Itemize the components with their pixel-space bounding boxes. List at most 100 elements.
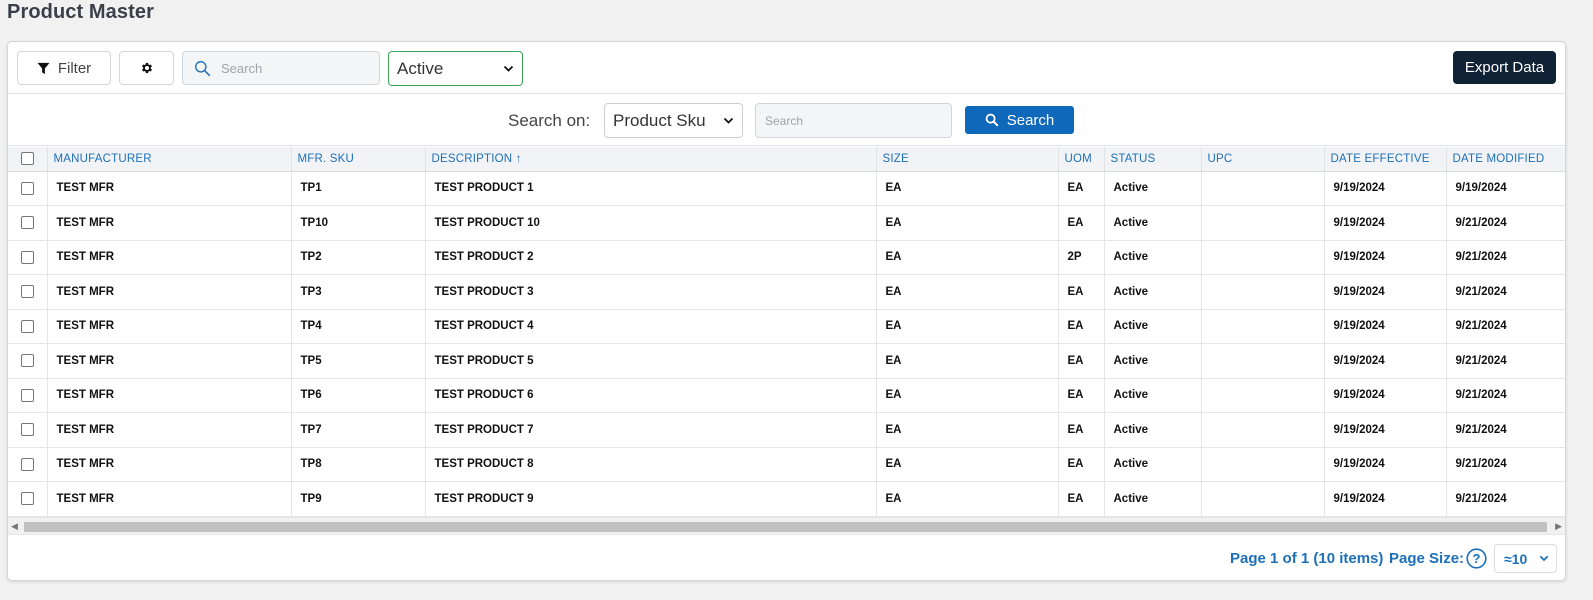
table-row[interactable]: TEST MFR TP4 TEST PRODUCT 4 EA EA Active… — [8, 309, 1565, 344]
page-size-value: ≈10 — [1504, 550, 1528, 567]
export-data-button[interactable]: Export Data — [1453, 51, 1556, 84]
column-header-status[interactable]: STATUS — [1104, 147, 1202, 172]
row-checkbox[interactable] — [20, 423, 34, 437]
cell-status: Active — [1104, 171, 1202, 206]
cell-manufacturer: TEST MFR — [47, 205, 292, 241]
cell-date-modified: 9/21/2024 — [1446, 412, 1565, 448]
page-size-select[interactable]: ≈10 — [1494, 544, 1557, 573]
cell-upc — [1201, 171, 1325, 206]
cell-mfr-sku: TP3 — [291, 274, 426, 310]
row-select-cell — [8, 171, 48, 206]
toolbar-search-box — [182, 51, 380, 85]
chevron-down-icon — [503, 65, 514, 73]
row-select-cell — [8, 343, 48, 379]
row-select-cell — [8, 274, 48, 310]
scroll-right-icon[interactable]: ▶ — [1555, 521, 1562, 532]
search-button[interactable]: Search — [965, 106, 1074, 134]
cell-size: EA — [876, 447, 1059, 482]
horizontal-scrollbar[interactable]: ◀ ▶ — [8, 517, 1565, 534]
table-row[interactable]: TEST MFR TP7 TEST PRODUCT 7 EA EA Active… — [8, 412, 1565, 448]
column-header-date-effective[interactable]: DATE EFFECTIVE — [1324, 147, 1447, 172]
cell-date-effective: 9/19/2024 — [1324, 412, 1447, 448]
row-checkbox[interactable] — [20, 388, 34, 402]
cell-uom: EA — [1058, 205, 1105, 241]
cell-mfr-sku: TP8 — [291, 447, 426, 482]
row-checkbox[interactable] — [20, 216, 34, 230]
svg-text:?: ? — [1473, 551, 1481, 566]
cell-date-modified: 9/21/2024 — [1446, 343, 1565, 379]
cell-mfr-sku: TP7 — [291, 412, 426, 448]
scroll-left-icon[interactable]: ◀ — [11, 521, 18, 532]
cell-description: TEST PRODUCT 4 — [425, 309, 877, 344]
table-row[interactable]: TEST MFR TP3 TEST PRODUCT 3 EA EA Active… — [8, 274, 1565, 310]
cell-size: EA — [876, 412, 1059, 448]
select-all-checkbox[interactable] — [20, 152, 34, 166]
row-select-cell — [8, 205, 48, 241]
cell-uom: EA — [1058, 412, 1105, 448]
cell-upc — [1201, 240, 1325, 275]
row-checkbox[interactable] — [20, 181, 34, 195]
cell-upc — [1201, 378, 1325, 413]
scrollbar-thumb[interactable] — [24, 522, 1547, 532]
cell-date-effective: 9/19/2024 — [1324, 205, 1447, 241]
cell-date-modified: 9/21/2024 — [1446, 481, 1565, 517]
column-header-manufacturer[interactable]: MANUFACTURER — [47, 147, 292, 172]
cell-date-modified: 9/19/2024 — [1446, 171, 1565, 206]
row-checkbox[interactable] — [20, 354, 34, 368]
row-checkbox[interactable] — [20, 250, 34, 264]
column-header-uom[interactable]: UOM — [1058, 147, 1105, 172]
column-header-mfr-sku[interactable]: MFR. SKU — [291, 147, 426, 172]
table-row[interactable]: TEST MFR TP1 TEST PRODUCT 1 EA EA Active… — [8, 171, 1565, 206]
column-header-size[interactable]: SIZE — [876, 147, 1059, 172]
search-field-select[interactable]: Product Sku — [604, 103, 743, 138]
column-header-date-modified[interactable]: DATE MODIFIED — [1446, 147, 1565, 172]
cell-date-effective: 9/19/2024 — [1324, 274, 1447, 310]
row-select-cell — [8, 309, 48, 344]
filter-button[interactable]: Filter — [17, 51, 111, 85]
cell-upc — [1201, 274, 1325, 310]
search-term-input[interactable] — [765, 113, 945, 128]
search-term-box — [755, 103, 952, 138]
row-checkbox[interactable] — [20, 319, 34, 333]
cell-mfr-sku: TP4 — [291, 309, 426, 344]
table-row[interactable]: TEST MFR TP8 TEST PRODUCT 8 EA EA Active… — [8, 447, 1565, 482]
cell-description: TEST PRODUCT 10 — [425, 205, 877, 241]
cell-uom: EA — [1058, 447, 1105, 482]
help-circle-icon[interactable]: ? — [1466, 548, 1487, 569]
status-filter-select[interactable]: Active — [388, 51, 523, 86]
cell-uom: EA — [1058, 171, 1105, 206]
toolbar-search-input[interactable] — [221, 60, 371, 76]
row-select-cell — [8, 481, 48, 517]
search-field-value: Product Sku — [613, 110, 706, 130]
cell-size: EA — [876, 309, 1059, 344]
cell-date-modified: 9/21/2024 — [1446, 205, 1565, 241]
table-row[interactable]: TEST MFR TP9 TEST PRODUCT 9 EA EA Active… — [8, 481, 1565, 517]
table-row[interactable]: TEST MFR TP6 TEST PRODUCT 6 EA EA Active… — [8, 378, 1565, 413]
cell-upc — [1201, 447, 1325, 482]
cell-uom: 2P — [1058, 240, 1105, 275]
table-row[interactable]: TEST MFR TP5 TEST PRODUCT 5 EA EA Active… — [8, 343, 1565, 379]
column-header-description[interactable]: DESCRIPTION ↑ — [425, 147, 877, 172]
cell-date-effective: 9/19/2024 — [1324, 378, 1447, 413]
page-title: Product Master — [7, 1, 154, 23]
row-checkbox[interactable] — [20, 457, 34, 471]
row-checkbox[interactable] — [20, 285, 34, 299]
cell-date-effective: 9/19/2024 — [1324, 171, 1447, 206]
table-row[interactable]: TEST MFR TP2 TEST PRODUCT 2 EA 2P Active… — [8, 240, 1565, 275]
cell-date-modified: 9/21/2024 — [1446, 378, 1565, 413]
settings-button[interactable] — [119, 51, 174, 85]
cell-description: TEST PRODUCT 2 — [425, 240, 877, 275]
table-row[interactable]: TEST MFR TP10 TEST PRODUCT 10 EA EA Acti… — [8, 205, 1565, 241]
cell-manufacturer: TEST MFR — [47, 343, 292, 379]
cell-description: TEST PRODUCT 5 — [425, 343, 877, 379]
cell-manufacturer: TEST MFR — [47, 309, 292, 344]
table-header-row: MANUFACTURER MFR. SKU DESCRIPTION ↑ SIZE… — [8, 147, 1565, 172]
pager: Page 1 of 1 (10 items) Page Size: ? ≈10 — [8, 534, 1565, 580]
cell-status: Active — [1104, 240, 1202, 275]
cell-description: TEST PRODUCT 1 — [425, 171, 877, 206]
chevron-down-icon — [723, 117, 734, 125]
cell-date-effective: 9/19/2024 — [1324, 447, 1447, 482]
column-header-upc[interactable]: UPC — [1201, 147, 1325, 172]
row-checkbox[interactable] — [20, 492, 34, 506]
cell-date-effective: 9/19/2024 — [1324, 240, 1447, 275]
